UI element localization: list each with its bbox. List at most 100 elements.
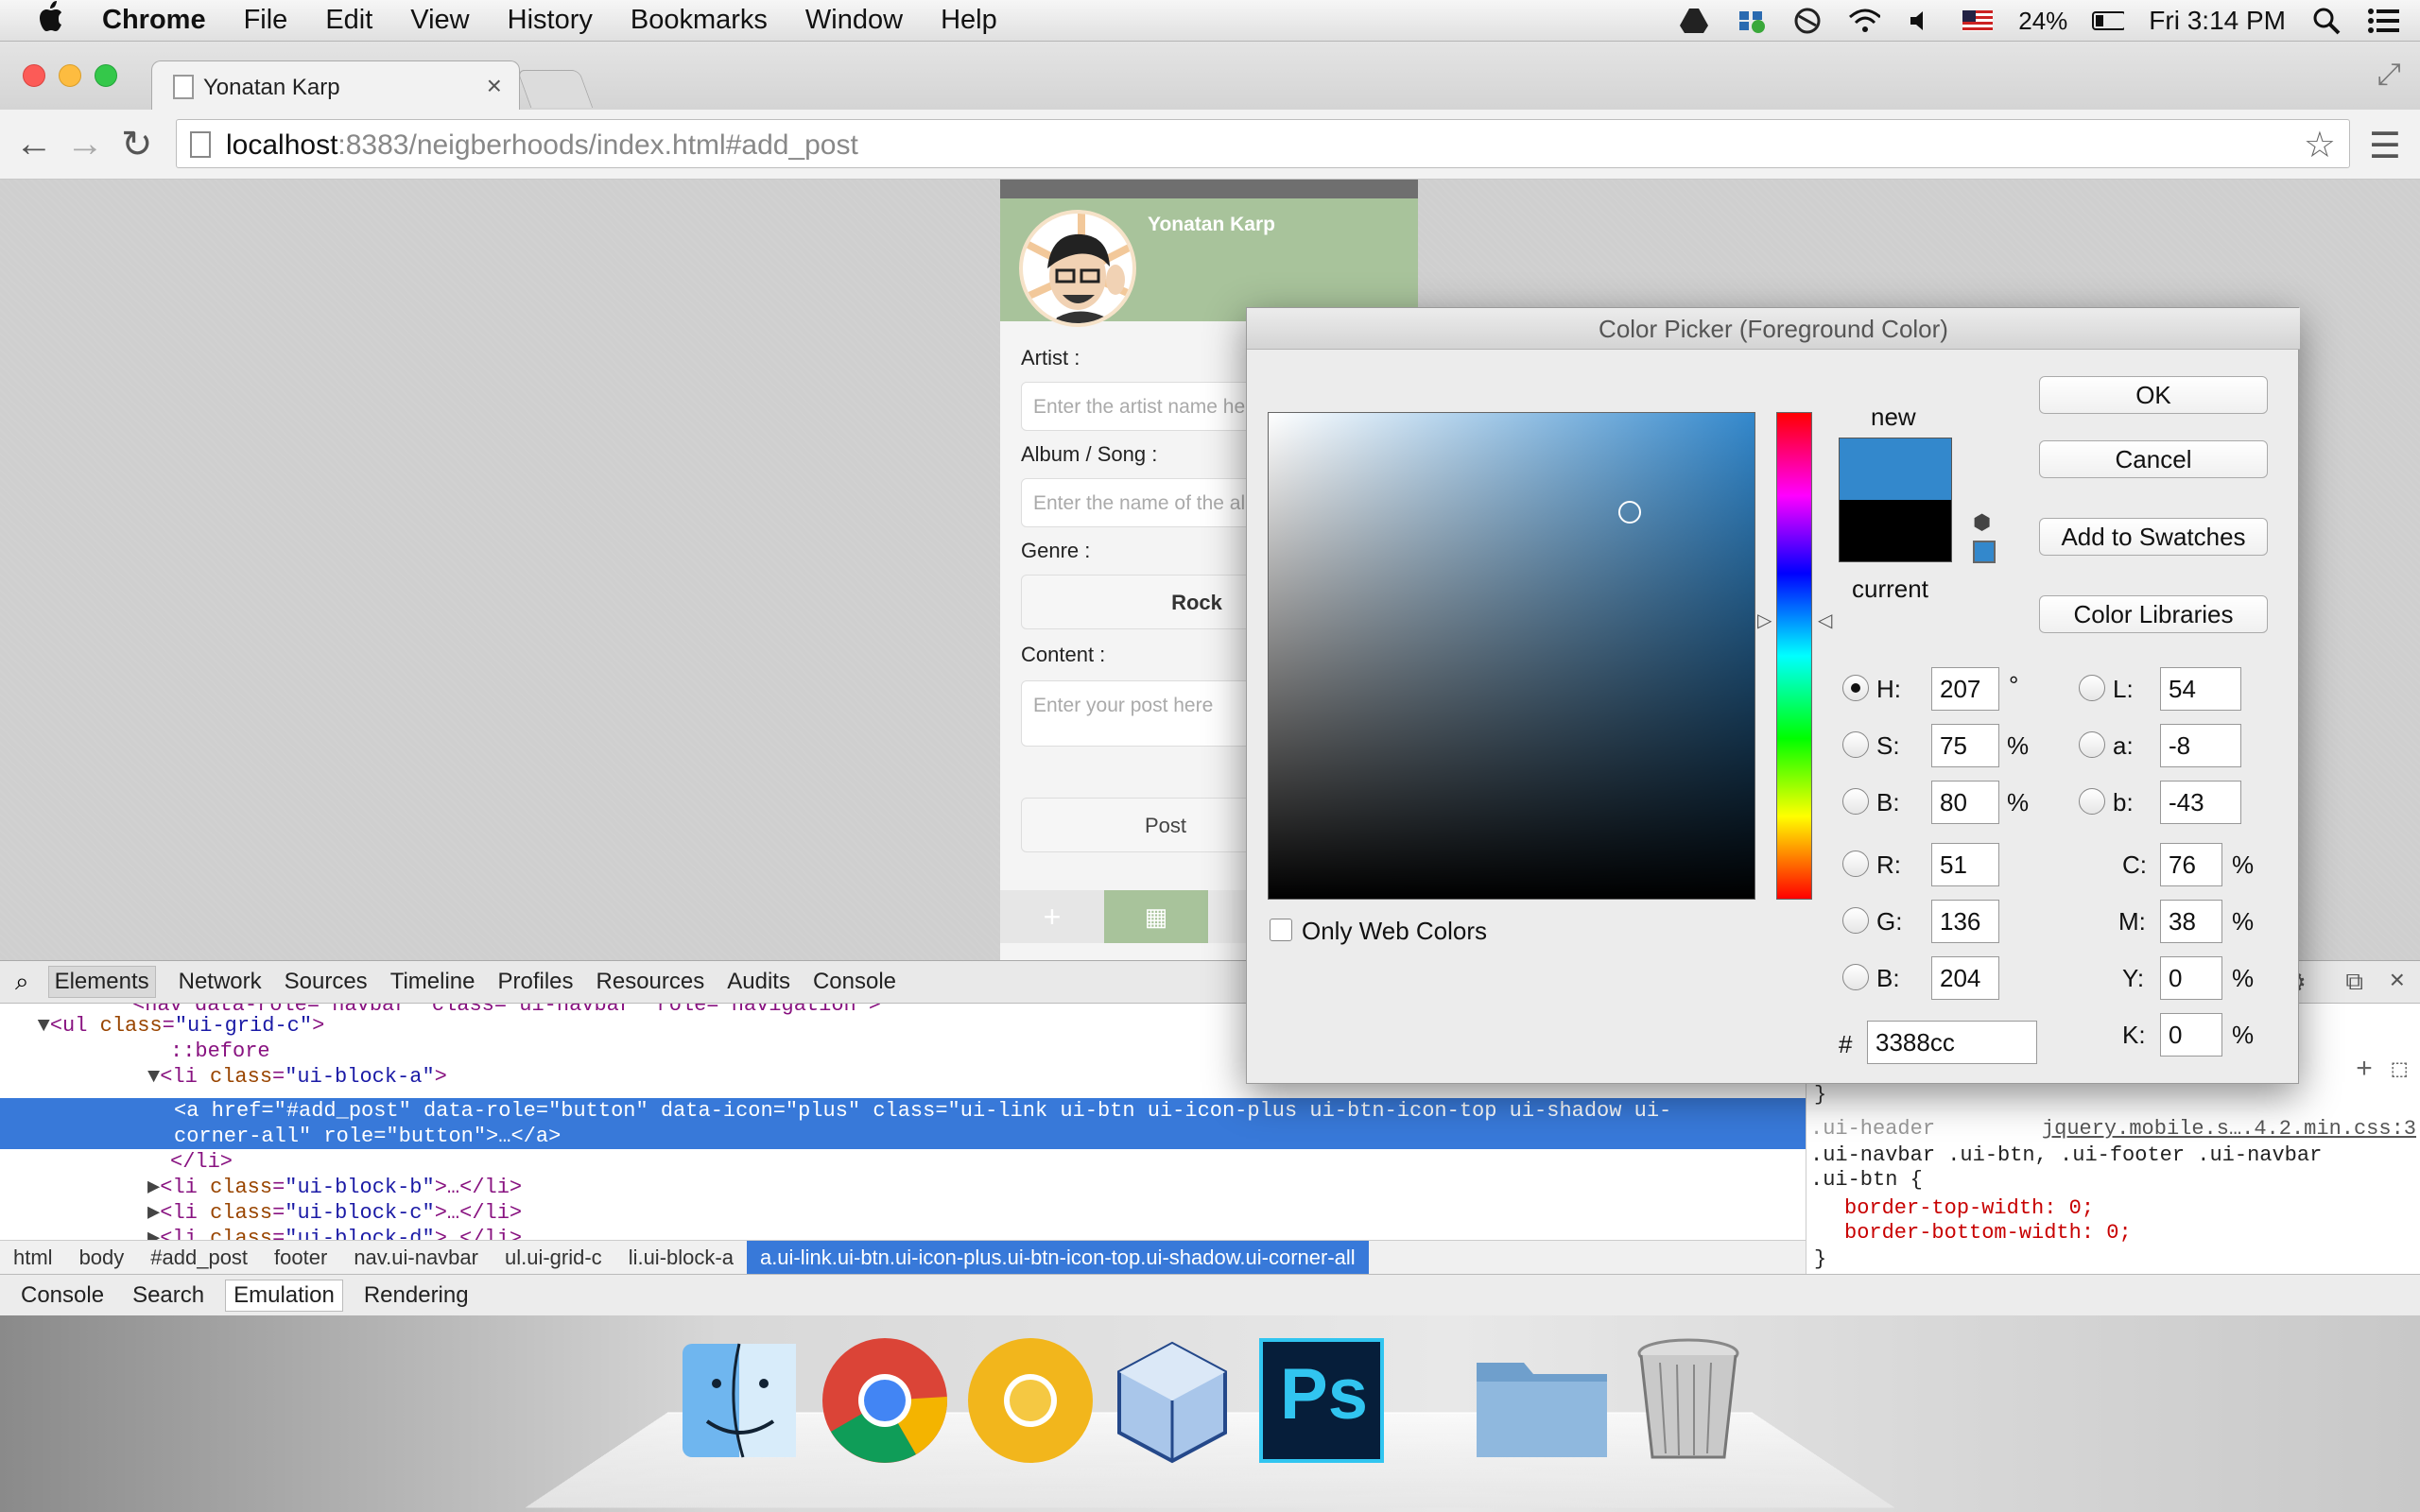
clock[interactable]: Fri 3:14 PM (2149, 6, 2286, 36)
breadcrumb-add-post[interactable]: #add_post (137, 1246, 261, 1270)
lab-b-radio[interactable] (2079, 788, 2105, 815)
saturation-brightness-field[interactable] (1268, 412, 1755, 900)
close-devtools-icon[interactable]: × (2390, 965, 2405, 995)
lab-l-field[interactable]: 54 (2160, 667, 2241, 711)
hue-radio[interactable] (1842, 675, 1869, 701)
close-tab-icon[interactable]: × (487, 71, 502, 101)
sync-icon[interactable] (1791, 5, 1824, 37)
saturation-field[interactable]: 75 (1931, 724, 1999, 767)
brightness-radio[interactable] (1842, 788, 1869, 815)
photoshop-icon[interactable]: Ps (1255, 1334, 1388, 1467)
menu-view[interactable]: View (410, 5, 469, 36)
lab-l-radio[interactable] (2079, 675, 2105, 701)
add-to-swatches-button[interactable]: Add to Swatches (2039, 518, 2268, 556)
battery-icon[interactable] (2092, 5, 2125, 37)
hex-field[interactable]: 3388cc (1867, 1021, 2037, 1064)
devtools-tab-elements[interactable]: Elements (47, 966, 156, 998)
add-style-rule-icon[interactable]: + (2356, 1055, 2373, 1087)
apple-menu-icon[interactable] (36, 0, 64, 41)
wifi-icon[interactable] (1848, 5, 1881, 37)
drawer-tab-emulation[interactable]: Emulation (225, 1279, 343, 1312)
yellow-field[interactable]: 0 (2160, 956, 2222, 1000)
blue-field[interactable]: 204 (1931, 956, 1999, 1000)
fullscreen-icon[interactable]: ⤢ (2377, 57, 2401, 93)
menu-app-name[interactable]: Chrome (102, 5, 206, 36)
url-text[interactable]: localhost:8383/neigberhoods/index.html#a… (226, 129, 858, 162)
dom-line[interactable]: </li> (170, 1149, 1806, 1175)
hue-field[interactable]: 207 (1931, 667, 1999, 711)
saturation-radio[interactable] (1842, 731, 1869, 758)
green-field[interactable]: 136 (1931, 900, 1999, 943)
menu-help[interactable]: Help (941, 5, 997, 36)
chrome-canary-icon[interactable] (964, 1334, 1097, 1467)
devtools-tab-audits[interactable]: Audits (727, 969, 790, 995)
new-tab-button[interactable] (516, 70, 594, 108)
dock-side-icon[interactable]: ⧉ (2345, 967, 2363, 997)
lab-a-radio[interactable] (2079, 731, 2105, 758)
dom-line[interactable]: ▶<li class="ui-block-b">…</li> (147, 1175, 1806, 1200)
drawer-tab-console[interactable]: Console (13, 1280, 112, 1311)
lab-a-field[interactable]: -8 (2160, 724, 2241, 767)
style-source-link[interactable]: jquery.mobile.s….4.2.min.css:3 (2042, 1117, 2416, 1141)
devtools-tab-profiles[interactable]: Profiles (498, 969, 574, 995)
only-web-colors-checkbox[interactable] (1270, 919, 1292, 941)
dropbox-icon[interactable] (1735, 5, 1767, 37)
trash-icon[interactable] (1632, 1334, 1764, 1467)
chrome-icon[interactable] (819, 1334, 951, 1467)
breadcrumb-footer[interactable]: footer (261, 1246, 340, 1270)
drawer-tab-rendering[interactable]: Rendering (356, 1280, 476, 1311)
color-libraries-button[interactable]: Color Libraries (2039, 595, 2268, 633)
breadcrumb-html[interactable]: html (0, 1246, 66, 1270)
folder-icon[interactable] (1471, 1334, 1613, 1467)
black-field[interactable]: 0 (2160, 1013, 2222, 1057)
browser-tab[interactable]: Yonatan Karp × (151, 60, 520, 112)
notification-center-icon[interactable] (2367, 5, 2399, 37)
spotlight-search-icon[interactable] (2310, 5, 2342, 37)
breadcrumb-selected-anchor[interactable]: a.ui-link.ui-btn.ui-icon-plus.ui-btn-ico… (746, 1240, 1369, 1275)
cancel-button[interactable]: Cancel (2039, 440, 2268, 478)
zoom-window-button[interactable] (95, 64, 117, 87)
gamut-warning-cube-icon[interactable]: ⬢ (1973, 510, 1991, 535)
devtools-tab-network[interactable]: Network (179, 969, 262, 995)
red-radio[interactable] (1842, 850, 1869, 877)
current-color-swatch[interactable] (1839, 500, 1952, 562)
close-window-button[interactable] (23, 64, 45, 87)
menu-bookmarks[interactable]: Bookmarks (631, 5, 768, 36)
hue-slider-left-arrow-icon[interactable]: ▷ (1757, 609, 1772, 632)
dom-line-selected[interactable]: <a href="#add_post" data-role="button" d… (0, 1098, 1806, 1149)
cyan-field[interactable]: 76 (2160, 843, 2222, 886)
inspect-search-icon[interactable]: ⌕ (15, 967, 29, 997)
dom-line[interactable]: ▶<li class="ui-block-d">…</li> (147, 1226, 1806, 1240)
devtools-tab-timeline[interactable]: Timeline (390, 969, 475, 995)
hue-slider-right-arrow-icon[interactable]: ◁ (1818, 609, 1832, 632)
address-bar[interactable]: localhost:8383/neigberhoods/index.html#a… (176, 119, 2350, 168)
dom-line[interactable]: ▶<li class="ui-block-c">…</li> (147, 1200, 1806, 1226)
breadcrumb-body[interactable]: body (66, 1246, 138, 1270)
magenta-field[interactable]: 38 (2160, 900, 2222, 943)
red-field[interactable]: 51 (1931, 843, 1999, 886)
breadcrumb-grid[interactable]: ul.ui-grid-c (492, 1246, 615, 1270)
menu-history[interactable]: History (508, 5, 593, 36)
reload-icon[interactable]: ↻ (121, 123, 153, 166)
virtualbox-icon[interactable] (1106, 1334, 1238, 1467)
forward-arrow-icon[interactable]: → (66, 123, 104, 165)
blue-radio[interactable] (1842, 964, 1869, 990)
web-safe-swatch-icon[interactable] (1973, 541, 1996, 563)
style-property[interactable]: border-bottom-width: 0; (1844, 1221, 2132, 1245)
chrome-menu-icon[interactable]: ☰ (2369, 125, 2401, 167)
drawer-tab-search[interactable]: Search (125, 1280, 212, 1311)
back-arrow-icon[interactable]: ← (15, 123, 53, 165)
menu-file[interactable]: File (244, 5, 288, 36)
devtools-tab-resources[interactable]: Resources (596, 969, 705, 995)
color-field-cursor[interactable] (1618, 501, 1641, 524)
google-drive-icon[interactable] (1678, 5, 1710, 37)
devtools-tab-console[interactable]: Console (813, 969, 896, 995)
ok-button[interactable]: OK (2039, 376, 2268, 414)
toggle-element-state-icon[interactable]: ⬚ (2392, 1055, 2407, 1084)
volume-icon[interactable] (1905, 5, 1937, 37)
devtools-tab-sources[interactable]: Sources (285, 969, 368, 995)
us-flag-icon[interactable] (1962, 5, 1994, 37)
menu-edit[interactable]: Edit (325, 5, 372, 36)
bookmark-star-icon[interactable]: ☆ (2304, 124, 2336, 166)
grid-nav-button[interactable]: ▦ (1104, 890, 1208, 943)
